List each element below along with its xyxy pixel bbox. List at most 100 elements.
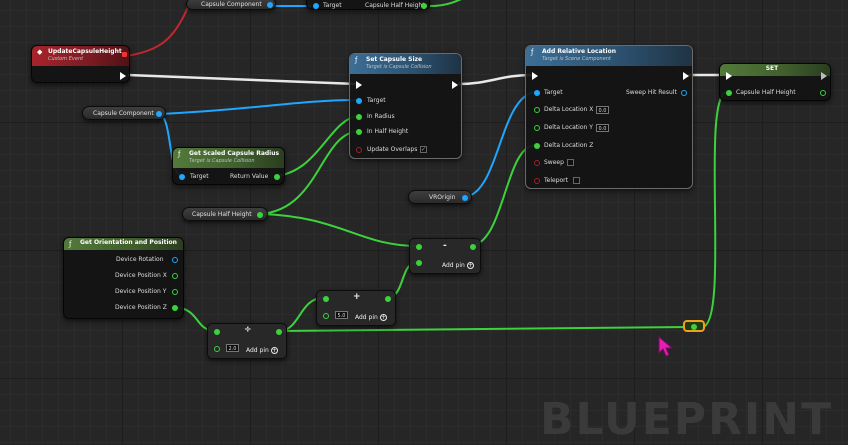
arl-delta-z-pin[interactable] <box>534 143 540 149</box>
scs-in-radius-label: In Radius <box>367 113 395 120</box>
arl-delta-x-pin[interactable] <box>534 107 540 113</box>
set-capsule-size-subtitle: Target is Capsule Collision <box>366 64 432 70</box>
set-node-exec-in[interactable] <box>726 72 732 80</box>
scs-update-overlaps-checkbox[interactable]: ✓ <box>420 146 427 153</box>
top-half-height-label: Capsule Half Height <box>365 2 425 9</box>
add-relative-location-node[interactable]: ƒ Add Relative Location Target is Scene … <box>525 45 693 189</box>
gscr-return-pin[interactable] <box>274 174 280 180</box>
sub-in-b-pin[interactable] <box>416 260 422 266</box>
plus-icon: + <box>379 314 387 321</box>
gop-rotation-pin[interactable] <box>172 257 178 263</box>
reroute-pin[interactable] <box>691 324 697 330</box>
wire-top-green <box>429 0 462 7</box>
arl-sweep-pin[interactable] <box>534 160 540 166</box>
wire-div-to-reroute <box>279 326 690 332</box>
scs-in-radius-pin[interactable] <box>356 114 362 120</box>
reroute-node[interactable] <box>683 320 705 332</box>
arl-sweep-checkbox[interactable] <box>567 159 574 166</box>
div-in-b-pin[interactable] <box>214 346 220 352</box>
arl-delta-y-pin[interactable] <box>534 125 540 131</box>
gop-pos-y-label: Device Position Y <box>115 288 167 295</box>
top-half-height-out-pin[interactable] <box>421 3 427 9</box>
gscr-title: Get Scaled Capsule Radius <box>189 150 280 157</box>
get-orientation-position-node[interactable]: ƒ Get Orientation and Position Device Ro… <box>63 237 184 319</box>
top-half-height-getter[interactable]: Target Capsule Half Height <box>306 0 430 10</box>
function-icon: ƒ <box>69 240 72 248</box>
capsule-half-height-label: Capsule Half Height <box>192 211 252 218</box>
sub-out-pin[interactable] <box>470 244 476 250</box>
update-capsule-height-event[interactable]: ◆ UpdateCapsuleHeight Custom Event <box>31 45 130 83</box>
gscr-target-pin[interactable] <box>179 174 185 180</box>
scs-in-half-height-pin[interactable] <box>356 129 362 135</box>
div-in-a-pin[interactable] <box>214 329 220 335</box>
div-add-pin-button[interactable]: Add pin + <box>246 347 278 354</box>
add-node[interactable]: + 5.0 Add pin + <box>316 290 396 326</box>
wire-half-to-sub <box>259 213 418 247</box>
get-scaled-capsule-radius-node[interactable]: ƒ Get Scaled Capsule Radius Target is Ca… <box>172 147 285 185</box>
vrorigin-out-pin[interactable] <box>462 195 468 201</box>
gop-pos-z-pin[interactable] <box>172 305 178 311</box>
scs-update-overlaps-pin[interactable] <box>356 147 362 153</box>
event-delegate-pin[interactable] <box>122 52 127 57</box>
set-capsule-half-height-node[interactable]: SET Capsule Half Height <box>719 63 831 101</box>
arl-teleport-checkbox[interactable] <box>573 177 580 184</box>
arl-target-pin[interactable] <box>534 90 540 96</box>
top-target-pin[interactable] <box>313 3 319 9</box>
top-capsule-component-label: Capsule Component <box>201 1 262 8</box>
arl-delta-x-input[interactable]: 0.0 <box>596 106 609 114</box>
arl-delta-y-input[interactable]: 0.0 <box>596 124 609 132</box>
top-capsule-component-getter[interactable]: Capsule Component <box>186 0 276 10</box>
set-node-half-height-out[interactable] <box>820 90 826 96</box>
subtract-node[interactable]: - Add pin + <box>409 238 481 274</box>
add-out-pin[interactable] <box>385 296 391 302</box>
scs-target-pin[interactable] <box>356 98 362 104</box>
add-add-pin-label: Add pin <box>355 314 378 321</box>
set-capsule-size-exec-out[interactable] <box>452 81 458 89</box>
set-node-exec-out[interactable] <box>821 72 827 80</box>
arl-teleport-label: Teleport <box>544 177 568 184</box>
add-in-b-pin[interactable] <box>323 313 329 319</box>
div-value-input[interactable]: 2.0 <box>226 344 239 352</box>
sub-add-pin-label: Add pin <box>442 262 465 269</box>
top-target-label: Target <box>323 2 342 9</box>
event-subtitle: Custom Event <box>48 56 84 62</box>
arl-sweep-hit-pin[interactable] <box>681 90 687 96</box>
gscr-header: ƒ Get Scaled Capsule Radius Target is Ca… <box>173 148 284 168</box>
set-capsule-size-header: ƒ Set Capsule Size Target is Capsule Col… <box>350 54 461 74</box>
gscr-return-label: Return Value <box>230 173 269 180</box>
scs-in-half-height-label: In Half Height <box>367 128 409 135</box>
arl-delta-z-label: Delta Location Z <box>544 142 594 149</box>
blueprint-watermark: BLUEPRINT <box>540 394 834 445</box>
sub-add-pin-button[interactable]: Add pin + <box>442 262 474 269</box>
add-in-a-pin[interactable] <box>323 296 329 302</box>
gscr-subtitle: Target is Capsule Collision <box>189 158 255 164</box>
wire-exec-2 <box>457 73 533 86</box>
function-icon: ƒ <box>178 150 181 158</box>
add-add-pin-button[interactable]: Add pin + <box>355 314 387 321</box>
event-header: ◆ UpdateCapsuleHeight Custom Event <box>32 46 129 66</box>
function-icon: ƒ <box>531 48 534 56</box>
plus-icon: + <box>466 262 474 269</box>
sub-in-a-pin[interactable] <box>416 244 422 250</box>
capsule-half-height-getter[interactable]: Capsule Half Height <box>182 207 268 221</box>
capsule-half-height-out-pin[interactable] <box>257 212 263 218</box>
div-out-pin[interactable] <box>276 329 282 335</box>
arl-teleport-pin[interactable] <box>534 178 540 184</box>
add-value-input[interactable]: 5.0 <box>335 311 348 319</box>
set-node-half-height-in[interactable] <box>726 90 732 96</box>
top-capsule-out-pin[interactable] <box>267 2 273 8</box>
arl-exec-out[interactable] <box>683 72 689 80</box>
wire-radius-to-in <box>276 115 360 177</box>
set-capsule-size-node[interactable]: ƒ Set Capsule Size Target is Capsule Col… <box>349 53 462 159</box>
vrorigin-getter[interactable]: VROrigin <box>408 190 472 204</box>
arl-exec-in[interactable] <box>532 72 538 80</box>
gop-pos-y-pin[interactable] <box>172 289 178 295</box>
divide-node[interactable]: ÷ 2.0 Add pin + <box>207 323 287 359</box>
gscr-target-label: Target <box>190 173 209 180</box>
set-capsule-size-exec-in[interactable] <box>356 81 362 89</box>
capsule-component-out-pin[interactable] <box>156 111 162 117</box>
capsule-component-getter[interactable]: Capsule Component <box>82 106 166 120</box>
event-exec-out-pin[interactable] <box>120 72 126 80</box>
capsule-component-label: Capsule Component <box>93 110 154 117</box>
gop-pos-x-pin[interactable] <box>172 273 178 279</box>
